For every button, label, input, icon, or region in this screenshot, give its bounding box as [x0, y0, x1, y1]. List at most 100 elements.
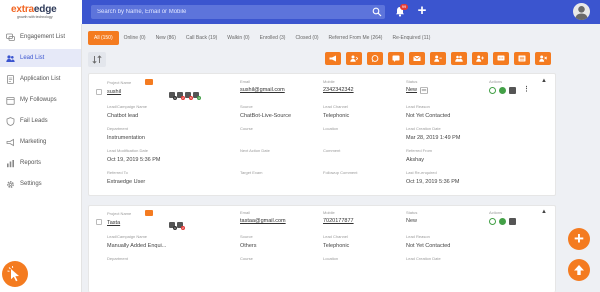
logo-tagline: growth with technology: [17, 15, 53, 19]
logo-text: extraedge: [11, 4, 57, 15]
status-note-icon[interactable]: [420, 87, 428, 94]
message-count-icon: 3: [193, 92, 201, 100]
tab-closed[interactable]: Closed (0): [290, 31, 323, 45]
lead-creation-date-label: Lead Creation Date: [406, 256, 441, 261]
sidebar-item-label: Fail Leads: [20, 118, 48, 124]
lead-name[interactable]: sushil: [107, 89, 121, 95]
referred-from: Akshay: [406, 157, 425, 163]
more-options-icon[interactable]: ⋮: [523, 85, 530, 93]
group-button[interactable]: [451, 52, 467, 65]
mobile-label: Mobile: [323, 210, 335, 215]
arrow-up-icon: [574, 265, 584, 275]
lead-creation-date-label: Lead Creation Date: [406, 126, 441, 131]
lead-mobile[interactable]: 2342342342: [323, 87, 354, 93]
lead-card[interactable]: Project Name Tasta 1 2 Email tastaa@gmai…: [88, 205, 556, 292]
calendar-icon: [6, 96, 15, 105]
add-user-icon: [476, 55, 484, 62]
actions-label: Actions: [489, 210, 503, 215]
campaign-button[interactable]: [325, 52, 341, 65]
whatsapp-action-icon[interactable]: [499, 218, 506, 225]
bar-chart-icon: [7, 159, 14, 167]
sidebar-item-label: Lead List: [20, 55, 45, 61]
remove-lead-button[interactable]: [535, 52, 551, 65]
status-label: Status: [406, 79, 418, 84]
sidebar-item-reports[interactable]: Reports: [0, 154, 81, 172]
email-count-icon: 5: [185, 92, 193, 100]
whatsapp-button[interactable]: [367, 52, 383, 65]
chat-bubbles-icon: [6, 33, 15, 41]
sidebar-item-my-followups[interactable]: My Followups: [0, 91, 81, 109]
sidebar-item-lead-list[interactable]: Lead List: [0, 49, 81, 67]
tab-new[interactable]: New (86): [151, 31, 181, 45]
collapse-icon[interactable]: ▲: [541, 78, 547, 84]
assign-user-icon: [350, 55, 358, 62]
add-lead-button[interactable]: [472, 52, 488, 65]
list-button[interactable]: [514, 52, 530, 65]
lead-channel-label: Lead Channel: [323, 234, 348, 239]
lead-select-checkbox[interactable]: [96, 219, 102, 225]
sidebar-item-label: Application List: [20, 76, 61, 82]
scroll-top-fab[interactable]: [568, 259, 590, 281]
lead-select-checkbox[interactable]: [96, 89, 102, 95]
sort-button[interactable]: [88, 52, 106, 67]
lead-channel: Telephonic: [323, 243, 350, 249]
lead-reason: Not Yet Contacted: [406, 113, 451, 119]
lead-status[interactable]: New: [406, 87, 417, 93]
sidebar-item-label: Marketing: [20, 139, 47, 145]
tab-all[interactable]: All (150): [88, 31, 119, 45]
chat-action-icon[interactable]: [509, 87, 516, 94]
whatsapp-action-icon[interactable]: [499, 87, 506, 94]
add-icon[interactable]: +: [415, 3, 429, 18]
delete-user-icon: [539, 55, 547, 62]
user-avatar[interactable]: [573, 3, 590, 20]
lead-tag-badge: [145, 210, 153, 216]
lead-mobile[interactable]: 7020177877: [323, 218, 354, 224]
tab-walkin[interactable]: Walkin (0): [222, 31, 254, 45]
lead-reason-label: Lead Reason: [406, 234, 430, 239]
lead-email[interactable]: sushil@gmail.com: [240, 87, 285, 93]
lead-reason-label: Lead Reason: [406, 104, 430, 109]
add-lead-fab[interactable]: +: [568, 228, 590, 250]
course-label: Course: [240, 126, 253, 131]
quick-action-fab[interactable]: [2, 261, 28, 287]
sidebar-item-label: Reports: [20, 160, 42, 166]
call-action-icon[interactable]: [489, 87, 496, 94]
transfer-lead-button[interactable]: [430, 52, 446, 65]
lead-name[interactable]: Tasta: [107, 220, 120, 226]
tab-referred-from-me[interactable]: Referred From Me (264): [324, 31, 388, 45]
lead-status[interactable]: New: [406, 218, 417, 224]
assign-lead-button[interactable]: [346, 52, 362, 65]
department-label: Department: [107, 126, 128, 131]
lead-modification-date: Oct 19, 2019 5:36 PM: [107, 157, 161, 163]
tab-call-back[interactable]: Call Back (19): [181, 31, 222, 45]
tab-online[interactable]: Online (0): [119, 31, 151, 45]
sidebar-item-engagement-list[interactable]: Engagement List: [0, 28, 81, 46]
search-input[interactable]: [97, 5, 367, 19]
sms-button[interactable]: [493, 52, 509, 65]
call-action-icon[interactable]: [489, 218, 496, 225]
search-bar[interactable]: [91, 5, 385, 19]
tab-enrolled[interactable]: Enrolled (3): [255, 31, 291, 45]
email-button[interactable]: [409, 52, 425, 65]
tab-re-enquired[interactable]: Re-Enquired (11): [387, 31, 435, 45]
message-button[interactable]: [388, 52, 404, 65]
email-label: Email: [240, 210, 251, 215]
sidebar-item-label: Engagement List: [20, 34, 66, 40]
sidebar-item-settings[interactable]: Settings: [0, 175, 81, 193]
sidebar-item-marketing[interactable]: Marketing: [0, 133, 81, 151]
collapse-icon[interactable]: ▲: [541, 209, 547, 215]
email-icon: [413, 55, 421, 61]
department-label: Department: [107, 256, 128, 261]
logo[interactable]: extraedge growth with technology: [0, 0, 82, 24]
sidebar-item-fail-leads[interactable]: Fail Leads: [0, 112, 81, 130]
lead-filter-tabs: All (150) Online (0) New (86) Call Back …: [88, 31, 435, 45]
sidebar-item-application-list[interactable]: Application List: [0, 70, 81, 88]
lead-card[interactable]: Project Name sushil 1 2 5 3 Email sushil…: [88, 73, 556, 196]
notification-badge: 99: [400, 4, 408, 10]
lead-email[interactable]: tastaa@gmail.com: [240, 218, 286, 224]
lead-activity-icons: 1 2 5 3: [169, 92, 201, 100]
user-avatar-icon: [575, 6, 588, 20]
lead-modification-date-label: Lead Modification Date: [107, 148, 148, 153]
search-icon[interactable]: [372, 7, 382, 17]
chat-action-icon[interactable]: [509, 218, 516, 225]
